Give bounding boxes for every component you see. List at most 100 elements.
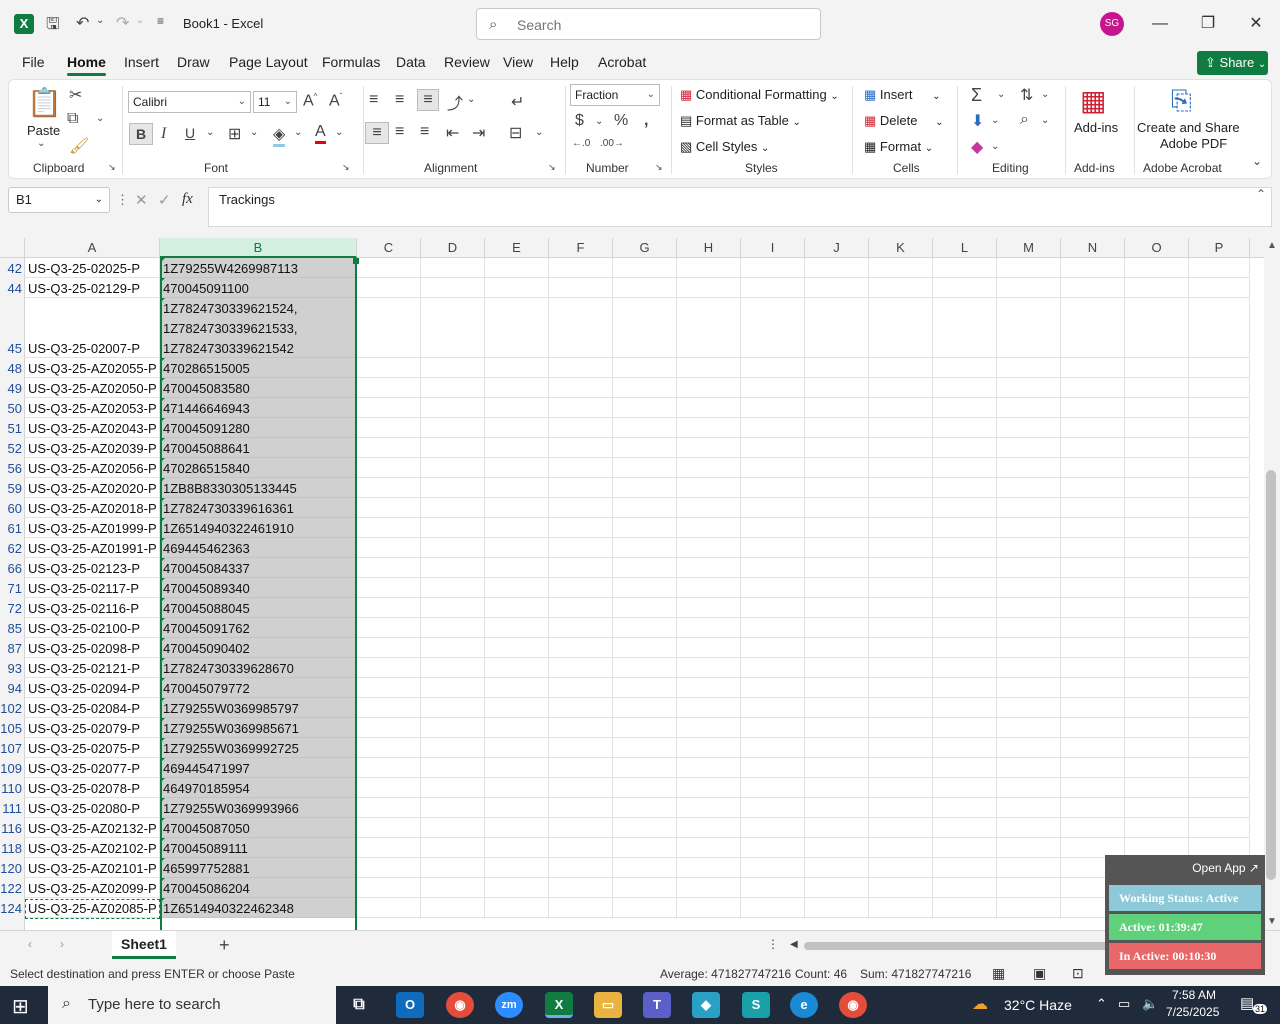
close-icon[interactable]: ✕ (1241, 10, 1271, 38)
cell-empty[interactable] (933, 418, 997, 438)
cell-empty[interactable] (1125, 718, 1189, 738)
avatar[interactable]: SG (1100, 12, 1124, 36)
cell-empty[interactable] (1061, 798, 1125, 818)
cell-empty[interactable] (421, 418, 485, 438)
cell-empty[interactable] (357, 478, 421, 498)
cell-empty[interactable] (421, 298, 485, 358)
cell-empty[interactable] (933, 558, 997, 578)
cell-empty[interactable] (613, 818, 677, 838)
cell-empty[interactable] (1061, 538, 1125, 558)
row-header[interactable]: 109 (0, 758, 25, 778)
cell-empty[interactable] (549, 738, 613, 758)
cell-empty[interactable] (1061, 478, 1125, 498)
cell-empty[interactable] (485, 698, 549, 718)
cell-empty[interactable] (613, 558, 677, 578)
cell-empty[interactable] (677, 878, 741, 898)
cell-b[interactable]: 1Z79255W4269987113 (160, 258, 357, 278)
cell-empty[interactable] (549, 858, 613, 878)
cell-empty[interactable] (549, 398, 613, 418)
cell-empty[interactable] (805, 838, 869, 858)
cell-empty[interactable] (997, 478, 1061, 498)
cell-empty[interactable] (1125, 358, 1189, 378)
cell-b[interactable]: 470045090402 (160, 638, 357, 658)
cell-empty[interactable] (741, 838, 805, 858)
tab-draw[interactable]: Draw (177, 54, 210, 70)
cell-empty[interactable] (613, 898, 677, 918)
percent-icon[interactable]: % (614, 112, 628, 130)
cell-empty[interactable] (677, 438, 741, 458)
align-right-icon[interactable]: ≡ (420, 123, 429, 141)
row-header[interactable]: 93 (0, 658, 25, 678)
decrease-decimal-icon[interactable]: .00→ (600, 138, 624, 149)
cell-empty[interactable] (485, 498, 549, 518)
cell-empty[interactable] (613, 758, 677, 778)
cell-empty[interactable] (869, 378, 933, 398)
cell-empty[interactable] (1125, 438, 1189, 458)
cell-b[interactable]: 469445462363 (160, 538, 357, 558)
cell-empty[interactable] (1189, 738, 1250, 758)
redo-dropdown-icon[interactable]: ⌄ (136, 15, 144, 26)
cell-empty[interactable] (357, 378, 421, 398)
cell-a[interactable]: US-Q3-25-02025-P (25, 258, 160, 278)
page-layout-view-icon[interactable]: ▣ (1033, 965, 1046, 982)
cell-empty[interactable] (613, 438, 677, 458)
cell-empty[interactable] (549, 498, 613, 518)
cell-empty[interactable] (421, 658, 485, 678)
cell-empty[interactable] (549, 758, 613, 778)
cell-empty[interactable] (1189, 618, 1250, 638)
cell-a[interactable]: US-Q3-25-02094-P (25, 678, 160, 698)
cell-empty[interactable] (613, 258, 677, 278)
cell-empty[interactable] (741, 898, 805, 918)
cell-empty[interactable] (1125, 538, 1189, 558)
tab-review[interactable]: Review (444, 54, 490, 70)
cell-a[interactable]: US-Q3-25-02100-P (25, 618, 160, 638)
cell-empty[interactable] (357, 618, 421, 638)
cell-empty[interactable] (805, 818, 869, 838)
cell-empty[interactable] (741, 558, 805, 578)
cell-empty[interactable] (933, 598, 997, 618)
cell-empty[interactable] (613, 578, 677, 598)
cell-empty[interactable] (741, 418, 805, 438)
cell-empty[interactable] (357, 698, 421, 718)
cell-empty[interactable] (549, 558, 613, 578)
cell-b[interactable]: 1Z6514940322462348 (160, 898, 357, 918)
cell-empty[interactable] (997, 418, 1061, 438)
cell-empty[interactable] (869, 258, 933, 278)
cell-empty[interactable] (869, 798, 933, 818)
row-header[interactable]: 42 (0, 258, 25, 278)
cell-empty[interactable] (549, 438, 613, 458)
undo-icon[interactable]: ↶ (76, 13, 89, 33)
cell-a[interactable]: US-Q3-25-AZ01991-P (25, 538, 160, 558)
cell-empty[interactable] (485, 298, 549, 358)
cell-empty[interactable] (549, 718, 613, 738)
cell-empty[interactable] (421, 678, 485, 698)
cell-empty[interactable] (613, 278, 677, 298)
network-icon[interactable]: ▭ (1118, 996, 1130, 1012)
cell-b[interactable]: 1Z7824730339616361 (160, 498, 357, 518)
cell-empty[interactable] (357, 878, 421, 898)
cell-empty[interactable] (1125, 478, 1189, 498)
conditional-formatting-button[interactable]: ▦ Conditional Formatting ⌄ (680, 87, 839, 103)
cell-empty[interactable] (741, 698, 805, 718)
cell-empty[interactable] (997, 718, 1061, 738)
cell-a[interactable]: US-Q3-25-02123-P (25, 558, 160, 578)
cell-empty[interactable] (1189, 778, 1250, 798)
cell-empty[interactable] (485, 838, 549, 858)
column-header-h[interactable]: H (677, 238, 741, 258)
cell-empty[interactable] (357, 778, 421, 798)
cell-empty[interactable] (869, 358, 933, 378)
cell-empty[interactable] (549, 818, 613, 838)
comma-style-icon[interactable]: , (644, 112, 648, 130)
collapse-ribbon-icon[interactable]: ⌄ (1252, 154, 1262, 168)
cell-empty[interactable] (869, 638, 933, 658)
cell-empty[interactable] (613, 598, 677, 618)
cell-empty[interactable] (421, 518, 485, 538)
row-header[interactable]: 51 (0, 418, 25, 438)
align-middle-icon[interactable]: ≡ (395, 91, 404, 109)
cell-empty[interactable] (869, 558, 933, 578)
cell-empty[interactable] (485, 898, 549, 918)
cell-empty[interactable] (869, 698, 933, 718)
cell-empty[interactable] (741, 378, 805, 398)
cell-empty[interactable] (933, 638, 997, 658)
row-header[interactable]: 122 (0, 878, 25, 898)
